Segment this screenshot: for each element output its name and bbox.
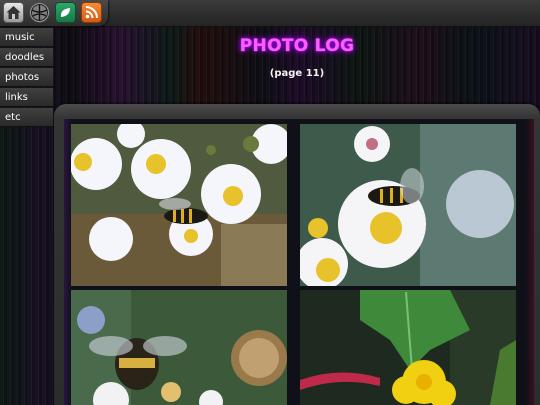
hoverfly-asters-image [71,124,287,286]
top-toolbar [0,0,540,27]
sidebar-nav: music doodles photos links etc [0,28,54,128]
sidebar-item-doodles[interactable]: doodles [0,48,54,67]
home-icon[interactable] [3,2,24,23]
photo-thumbnail[interactable] [71,290,287,405]
photo-thumbnail[interactable] [300,290,516,405]
page-number: (page 11) [269,68,325,79]
yellow-flower-image [300,290,516,405]
toolbar-icon-tab [0,0,108,26]
sidebar-item-etc[interactable]: etc [0,108,54,127]
bumblebee-image [71,290,287,405]
photo-thumbnail[interactable] [71,124,287,286]
photo-thumbnail[interactable] [300,124,516,286]
rss-icon[interactable] [81,2,102,23]
hoverfly-aster-image [300,124,516,286]
leaf-icon[interactable] [55,2,76,23]
page-title: PHOTO LOG [239,36,355,56]
sidebar-item-links[interactable]: links [0,88,54,107]
sidebar-item-music[interactable]: music [0,28,54,47]
ball-icon[interactable] [29,2,50,23]
sidebar-item-photos[interactable]: photos [0,68,54,87]
